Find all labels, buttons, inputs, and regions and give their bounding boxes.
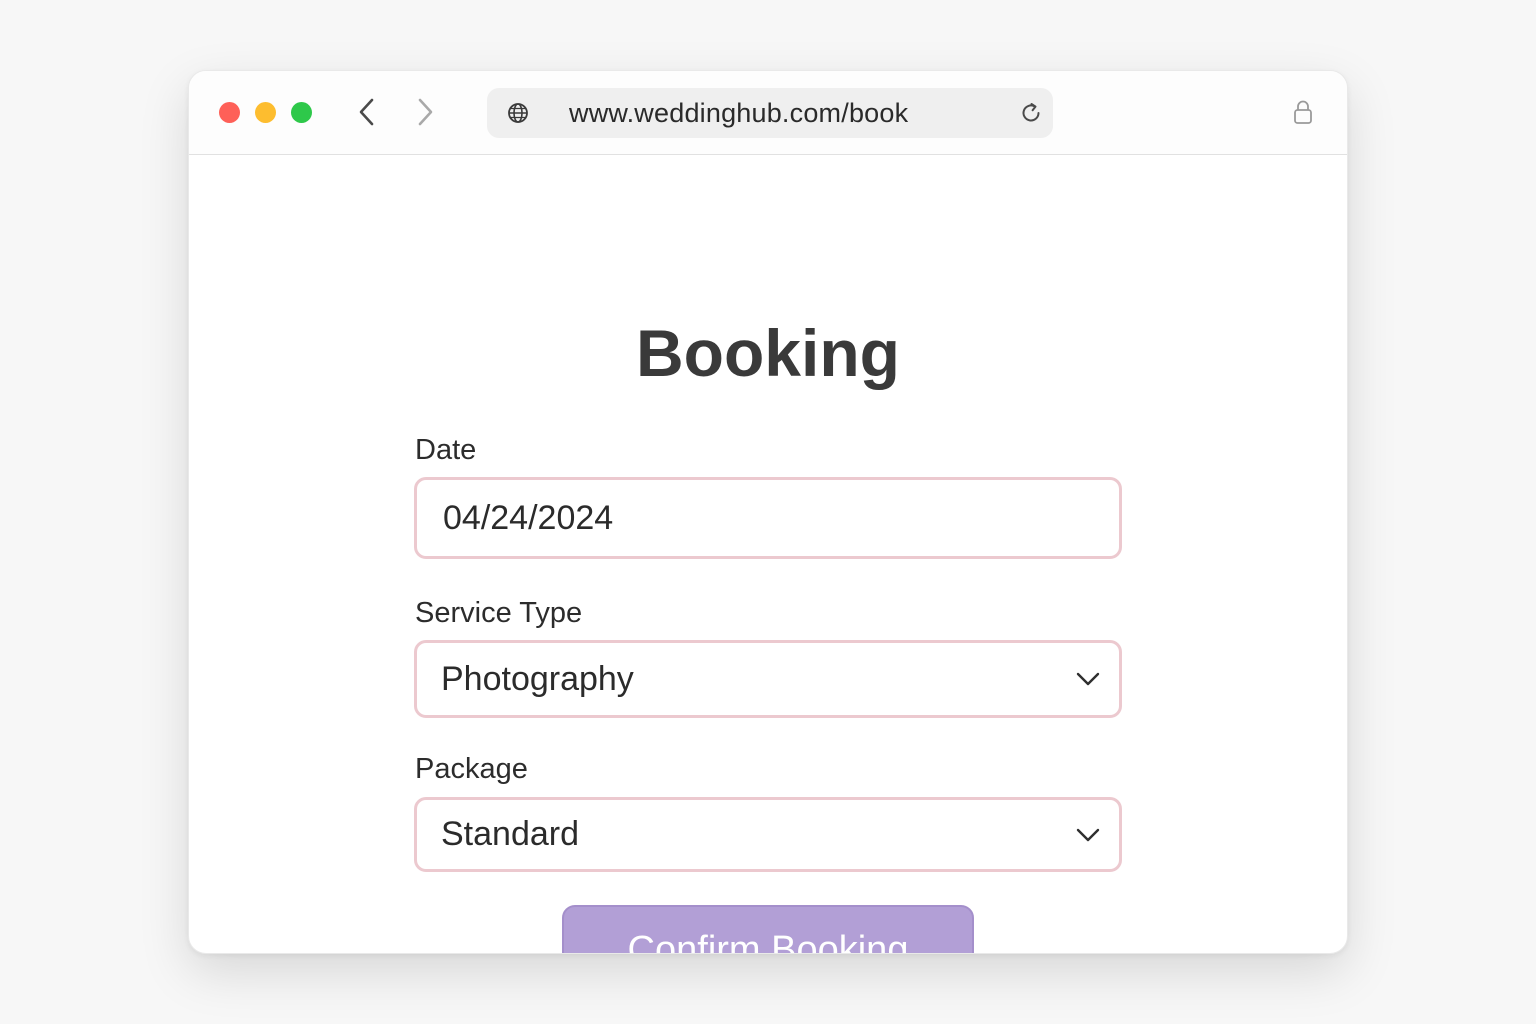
back-button[interactable] [351, 95, 383, 129]
chevron-down-icon [1075, 666, 1101, 692]
reload-icon [1022, 103, 1040, 122]
browser-toolbar: www.weddinghub.com/book [189, 71, 1347, 155]
chevron-down-icon [1075, 822, 1101, 848]
package-select[interactable]: Standard [414, 797, 1122, 872]
forward-button[interactable] [409, 95, 441, 129]
reload-button[interactable] [1017, 99, 1045, 127]
date-value: 04/24/2024 [443, 499, 614, 537]
address-bar[interactable]: www.weddinghub.com/book [487, 88, 1053, 138]
globe-icon [505, 100, 531, 126]
chevron-left-icon [359, 98, 374, 126]
page-content: Booking Date 04/24/2024 Service Type Pho… [189, 155, 1347, 953]
maximize-window-button[interactable] [291, 102, 312, 123]
minimize-window-button[interactable] [255, 102, 276, 123]
date-label: Date [415, 434, 477, 466]
confirm-booking-button[interactable]: Confirm Booking [562, 905, 974, 953]
service-type-select[interactable]: Photography [414, 640, 1122, 718]
lock-icon [1291, 97, 1315, 127]
package-label: Package [415, 753, 528, 785]
close-window-button[interactable] [219, 102, 240, 123]
url-text[interactable]: www.weddinghub.com/book [569, 88, 908, 138]
browser-window: www.weddinghub.com/book Booking Date 04/… [188, 70, 1348, 954]
package-value: Standard [441, 815, 579, 853]
chevron-right-icon [418, 98, 433, 126]
date-field[interactable]: 04/24/2024 [414, 477, 1122, 559]
service-type-label: Service Type [415, 597, 583, 629]
page-title: Booking [636, 316, 900, 390]
service-type-value: Photography [441, 660, 634, 698]
